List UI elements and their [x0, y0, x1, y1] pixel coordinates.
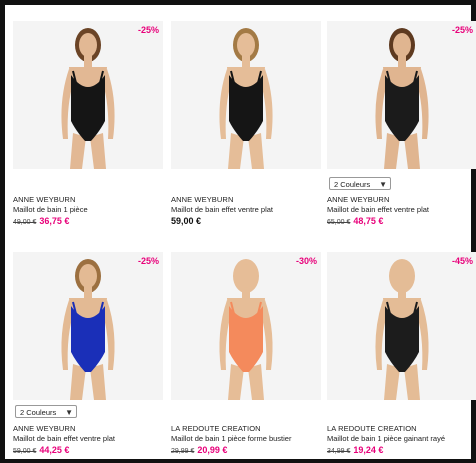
product-name-link[interactable]: Maillot de bain effet ventre plat — [13, 434, 173, 443]
discount-badge: -25% — [451, 25, 473, 35]
old-price: 65,00 € — [327, 219, 351, 226]
product-brand: LA REDOUTE CREATION — [327, 424, 417, 433]
colors-dropdown[interactable]: 2 Couleurs ▼ — [15, 405, 77, 418]
product-brand: ANNE WEYBURN — [171, 195, 234, 204]
product-price: 34,99 €19,24 € — [327, 445, 476, 455]
old-price: 29,99 € — [171, 448, 195, 455]
sale-price: 20,99 € — [197, 445, 228, 455]
colors-label: 2 Couleurs — [334, 180, 371, 189]
model-image — [61, 28, 115, 169]
product-price: 59,00 € — [171, 216, 331, 226]
product-price: 29,99 €20,99 € — [171, 445, 331, 455]
model-image — [375, 259, 429, 400]
product-name-link[interactable]: Maillot de bain 1 pièce forme bustier — [171, 434, 331, 443]
product-brand: ANNE WEYBURN — [327, 195, 390, 204]
product-photo[interactable]: -25% — [327, 21, 476, 169]
product-info: ANNE WEYBURN Maillot de bain 1 pièce 49,… — [13, 195, 173, 226]
old-price: 34,99 € — [327, 448, 351, 455]
colors-dropdown[interactable]: 2 Couleurs ▼ — [329, 177, 391, 190]
product-photo[interactable]: -25% — [13, 252, 163, 400]
discount-badge: -25% — [137, 256, 159, 266]
chevron-down-icon: ▼ — [65, 408, 73, 417]
product-price: 59,00 €44,25 € — [13, 445, 173, 455]
discount-badge: -30% — [295, 256, 317, 266]
sale-price: 44,25 € — [39, 445, 70, 455]
model-image — [219, 28, 273, 169]
product-name-link[interactable]: Maillot de bain effet ventre plat — [171, 205, 331, 214]
product-info: ANNE WEYBURN Maillot de bain effet ventr… — [327, 195, 476, 226]
old-price: 59,00 € — [13, 448, 37, 455]
product-brand: LA REDOUTE CREATION — [171, 424, 261, 433]
regular-price: 59,00 € — [171, 216, 202, 226]
discount-badge: -45% — [451, 256, 473, 266]
old-price: 49,00 € — [13, 219, 37, 226]
sale-price: 19,24 € — [353, 445, 384, 455]
colors-label: 2 Couleurs — [20, 408, 57, 417]
product-info: LA REDOUTE CREATION Maillot de bain 1 pi… — [327, 424, 476, 455]
product-photo[interactable] — [171, 21, 321, 169]
product-info: LA REDOUTE CREATION Maillot de bain 1 pi… — [171, 424, 331, 455]
product-brand: ANNE WEYBURN — [13, 195, 76, 204]
product-info: ANNE WEYBURN Maillot de bain effet ventr… — [171, 195, 331, 226]
product-photo[interactable]: -25% — [13, 21, 163, 169]
model-image — [61, 259, 115, 400]
product-photo[interactable]: -45% — [327, 252, 476, 400]
product-grid: -25% ANNE WEYBURN Maillot de bain 1 pièc… — [5, 5, 476, 459]
model-image — [375, 28, 429, 169]
sale-price: 48,75 € — [353, 216, 384, 226]
product-name-link[interactable]: Maillot de bain 1 pièce gainant rayé — [327, 434, 476, 443]
discount-badge: -25% — [137, 25, 159, 35]
product-name-link[interactable]: Maillot de bain effet ventre plat — [327, 205, 476, 214]
product-photo[interactable]: -30% — [171, 252, 321, 400]
chevron-down-icon: ▼ — [379, 180, 387, 189]
product-brand: ANNE WEYBURN — [13, 424, 76, 433]
product-price: 49,00 €36,75 € — [13, 216, 173, 226]
product-name-link[interactable]: Maillot de bain 1 pièce — [13, 205, 173, 214]
product-price: 65,00 €48,75 € — [327, 216, 476, 226]
model-image — [219, 259, 273, 400]
sale-price: 36,75 € — [39, 216, 70, 226]
product-info: ANNE WEYBURN Maillot de bain effet ventr… — [13, 424, 173, 455]
